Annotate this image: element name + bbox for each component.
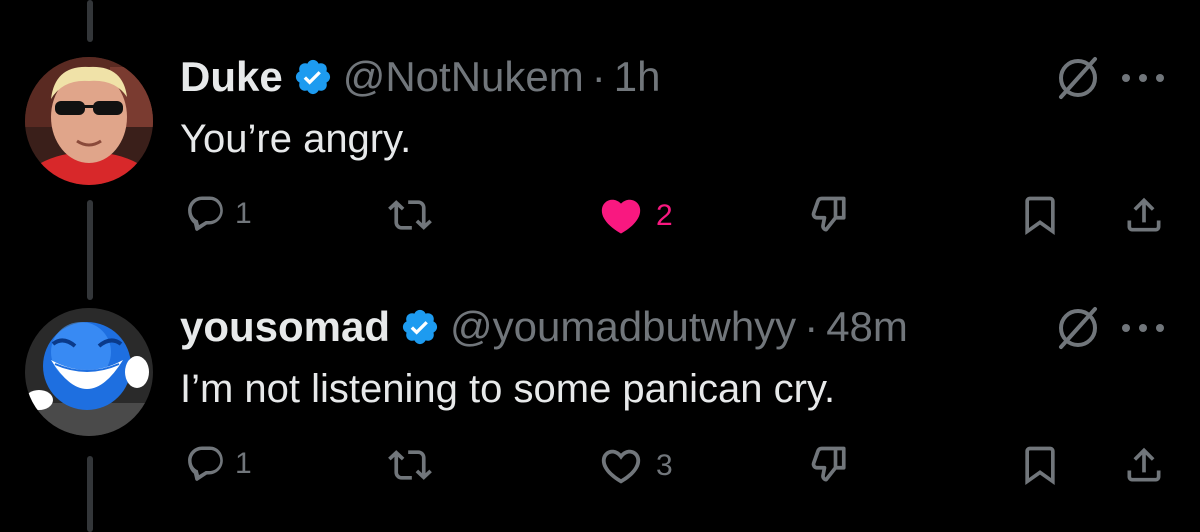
like-count: 2 [656,199,673,232]
grok-icon[interactable] [1055,305,1101,351]
verified-badge-icon[interactable] [293,57,333,97]
reply-count: 1 [235,197,252,230]
handle[interactable]: @NotNukem [343,52,584,102]
avatar[interactable] [25,308,153,436]
dislike-icon [811,196,846,232]
retweet-button[interactable] [388,193,432,237]
tweet-text: I’m not listening to some panican cry. [180,367,836,411]
share-button[interactable] [1122,443,1166,487]
verified-badge-icon[interactable] [400,307,440,347]
timestamp[interactable]: 48m [826,302,908,352]
separator: · [804,303,819,350]
reply-icon [188,196,223,231]
timestamp[interactable]: 1h [614,52,661,102]
display-name[interactable]: Duke [180,52,283,102]
grok-icon[interactable] [1055,55,1101,101]
tweet-header: yousomad @youmadbutwhyy · 48m [180,302,908,352]
tweet-text: You’re angry. [180,117,412,161]
more-icon[interactable] [1118,318,1168,338]
display-name[interactable]: yousomad [180,302,390,352]
bookmark-button[interactable] [1018,443,1062,487]
like-button[interactable]: 2 [598,193,673,239]
like-icon [601,199,641,234]
more-icon[interactable] [1118,68,1168,88]
dislike-button[interactable] [808,443,852,487]
retweet-icon [388,200,432,230]
share-icon [1127,447,1161,482]
dislike-button[interactable] [808,193,852,237]
handle[interactable]: @youmadbutwhyy [450,302,796,352]
separator: · [591,53,606,100]
like-count: 3 [656,449,673,482]
retweet-icon [388,450,432,480]
tweet-header: Duke @NotNukem · 1h [180,52,660,102]
bookmark-button[interactable] [1018,193,1062,237]
reply-icon [188,446,223,481]
reply-button[interactable]: 1 [185,193,252,235]
tweet[interactable]: Duke @NotNukem · 1h You’re angry. 1 2 [0,0,1200,260]
retweet-button[interactable] [388,443,432,487]
like-button[interactable]: 3 [598,443,673,489]
tweet[interactable]: yousomad @youmadbutwhyy · 48m I’m not li… [0,260,1200,532]
bookmark-icon [1025,196,1055,236]
share-icon [1127,197,1161,232]
reply-button[interactable]: 1 [185,443,252,485]
like-icon [601,449,641,484]
reply-count: 1 [235,447,252,480]
avatar[interactable] [25,57,153,185]
dislike-icon [811,446,846,482]
bookmark-icon [1025,446,1055,486]
share-button[interactable] [1122,193,1166,237]
